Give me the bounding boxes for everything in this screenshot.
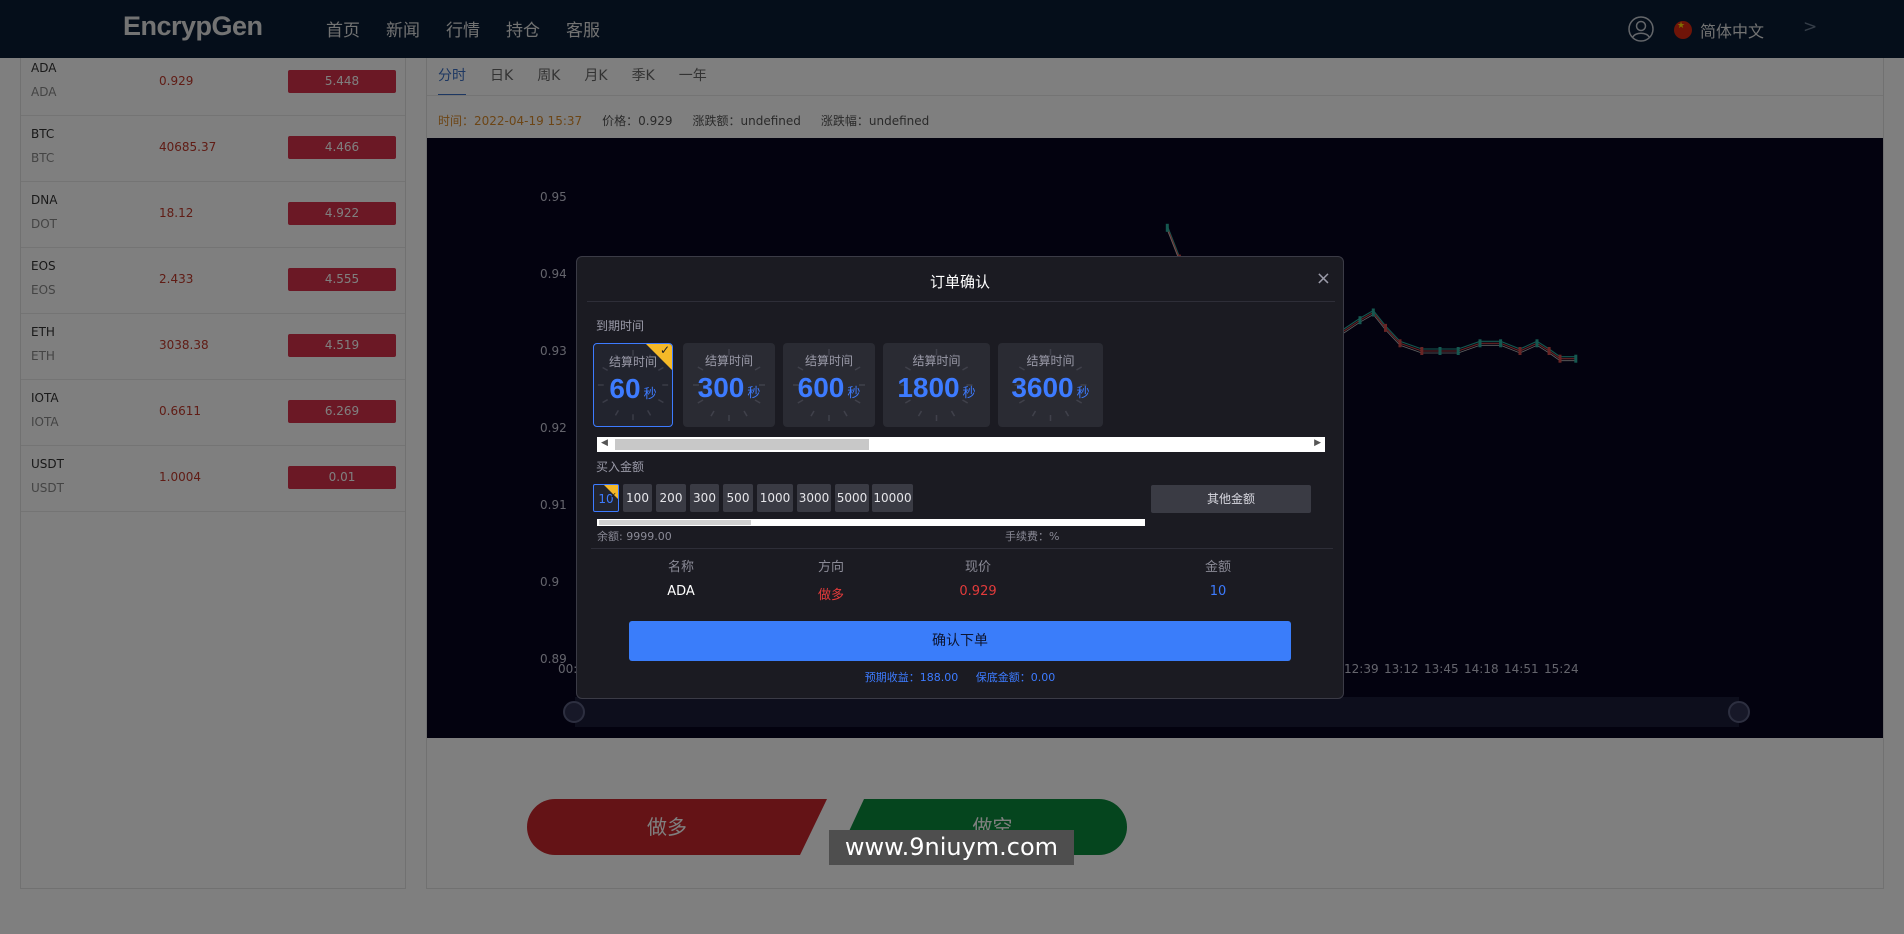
summary-col-price: 现价 0.929 xyxy=(918,556,1038,599)
amount-option-500[interactable]: 500 xyxy=(723,484,753,512)
amount-scrollbar[interactable] xyxy=(597,519,1145,526)
expected-profit-text: 预期收益：188.00 xyxy=(864,671,959,684)
amount-label: 10000 xyxy=(873,491,912,505)
summary-col-name: 名称 ADA xyxy=(621,556,741,599)
amount-option-300[interactable]: 300 xyxy=(690,484,719,512)
summary-header-amount: 金额 xyxy=(1204,560,1231,575)
summary-value-amount: 10 xyxy=(1209,584,1227,599)
amount-option-100[interactable]: 100 xyxy=(623,484,652,512)
summary-header-name: 名称 xyxy=(667,560,694,575)
amount-label: 3000 xyxy=(798,491,830,505)
summary-header-direction: 方向 xyxy=(817,560,844,575)
duration-unit: 秒 xyxy=(847,385,861,400)
duration-unit: 秒 xyxy=(747,385,761,400)
duration-option-1800[interactable]: 结算时间 1800 秒 xyxy=(883,343,990,427)
duration-number: 600 xyxy=(797,372,845,403)
amount-option-3000[interactable]: 3000 xyxy=(797,484,831,512)
duration-option-300[interactable]: 结算时间 300 秒 xyxy=(683,343,775,427)
duration-value: 3600 秒 xyxy=(998,372,1103,404)
duration-unit: 秒 xyxy=(643,386,657,401)
amount-label: 5000 xyxy=(836,491,868,505)
summary-header-price: 现价 xyxy=(964,560,991,575)
scrollbar-thumb[interactable] xyxy=(615,439,869,450)
amount-label: 1000 xyxy=(759,491,791,505)
duration-number: 60 xyxy=(609,373,641,404)
duration-label: 结算时间 xyxy=(704,354,753,368)
fee-text: 手续费：% xyxy=(1005,530,1060,543)
summary-value-price: 0.929 xyxy=(959,584,997,599)
summary-col-direction: 方向 做多 xyxy=(771,556,891,603)
summary-value-name: ADA xyxy=(667,584,695,599)
scroll-left-icon[interactable]: ◀ xyxy=(601,438,608,448)
duration-label: 结算时间 xyxy=(804,354,853,368)
amount-option-200[interactable]: 200 xyxy=(656,484,686,512)
duration-value: 60 秒 xyxy=(594,373,672,405)
expected-return-line: 预期收益：188.00 保底金额：0.00 xyxy=(577,669,1343,685)
duration-option-3600[interactable]: 结算时间 3600 秒 xyxy=(998,343,1103,427)
dialog-divider xyxy=(587,301,1335,302)
check-icon: ✓ xyxy=(659,343,670,357)
summary-col-amount: 金额 10 xyxy=(1158,556,1278,599)
guaranteed-amount-text: 保底金额：0.00 xyxy=(975,671,1056,684)
amount-label: 100 xyxy=(626,491,649,505)
amount-label: 500 xyxy=(726,491,750,505)
duration-scrollbar[interactable]: ◀ ▶ xyxy=(597,437,1325,452)
amount-label: 300 xyxy=(693,491,716,505)
scroll-right-icon[interactable]: ▶ xyxy=(1314,438,1321,448)
duration-number: 300 xyxy=(697,372,745,403)
amount-option-5000[interactable]: 5000 xyxy=(835,484,869,512)
amount-label: 200 xyxy=(659,491,683,505)
summary-divider xyxy=(591,548,1333,549)
duration-value: 1800 秒 xyxy=(883,372,990,404)
duration-option-60[interactable]: 结算时间 60 秒 ✓ xyxy=(593,343,673,427)
duration-value: 300 秒 xyxy=(683,372,775,404)
buy-amount-label: 买入金额 xyxy=(596,460,645,474)
close-icon[interactable]: × xyxy=(1316,268,1331,289)
summary-value-direction: 做多 xyxy=(817,588,844,603)
confirm-order-button[interactable]: 确认下单 xyxy=(629,621,1291,661)
duration-option-600[interactable]: 结算时间 600 秒 xyxy=(783,343,875,427)
balance-text: 余额: 9999.00 xyxy=(597,530,672,543)
amount-scrollbar-thumb[interactable] xyxy=(599,520,751,525)
amount-option-1000[interactable]: 1000 xyxy=(757,484,793,512)
order-confirm-dialog: 订单确认 × 到期时间 结算时间 60 秒 ✓ 结算时间 300 秒结算时间 600 秒结算时间… xyxy=(576,256,1344,699)
duration-unit: 秒 xyxy=(962,385,976,400)
check-icon: ✓ xyxy=(610,491,617,500)
duration-value: 600 秒 xyxy=(783,372,875,404)
amount-option-10000[interactable]: 10000 xyxy=(872,484,913,512)
amount-option-10[interactable]: 10 ✓ xyxy=(593,484,619,512)
duration-number: 3600 xyxy=(1011,372,1074,403)
duration-label: 结算时间 xyxy=(912,354,961,368)
other-amount-button[interactable]: 其他金额 xyxy=(1151,485,1311,513)
duration-label: 结算时间 xyxy=(1026,354,1075,368)
duration-number: 1800 xyxy=(897,372,960,403)
watermark-banner: www.9niuym.com xyxy=(829,830,1074,865)
expiry-time-label: 到期时间 xyxy=(596,319,645,333)
dialog-title: 订单确认 xyxy=(929,273,990,291)
duration-unit: 秒 xyxy=(1076,385,1090,400)
